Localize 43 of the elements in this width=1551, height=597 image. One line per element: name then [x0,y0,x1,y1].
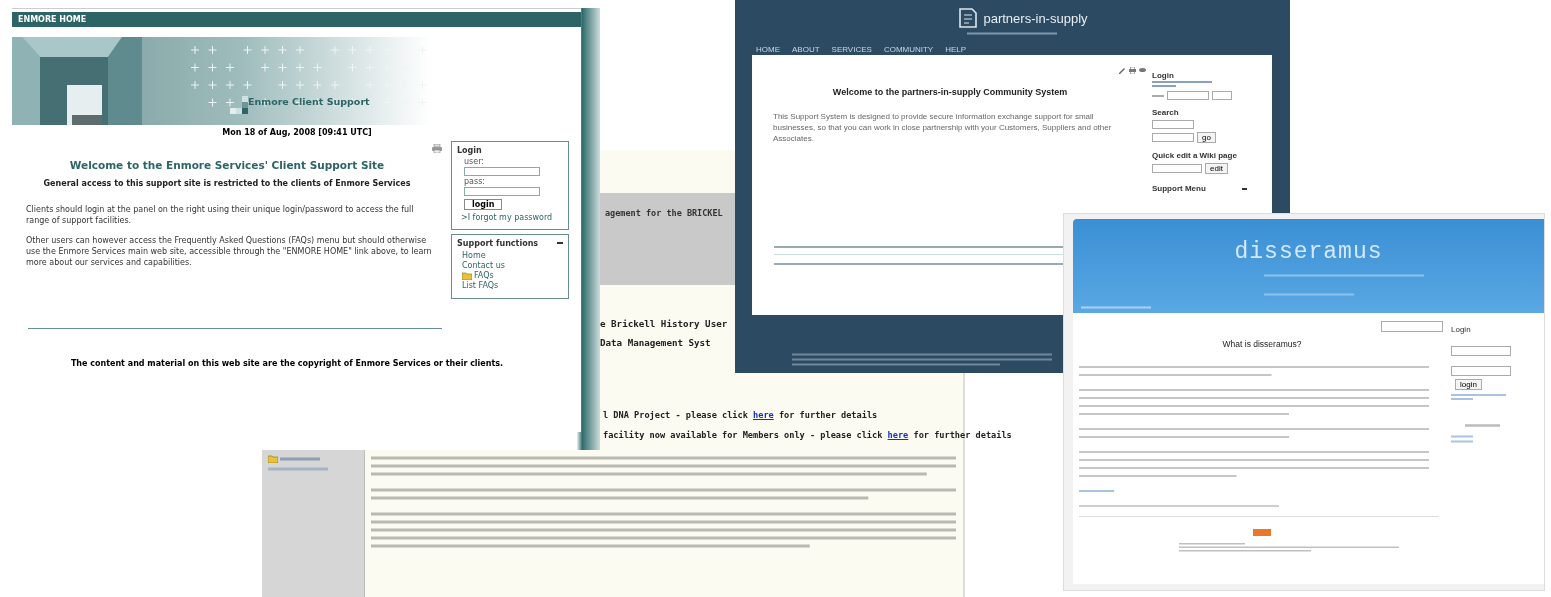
page-subheading: General access to this support site is restricted to the clients of Enmore Services [42,179,412,188]
field-label: user: [464,157,485,166]
page-heading: Welcome to the partners-in-supply Community System [831,87,1069,97]
login-button[interactable]: login [464,199,503,210]
sidebar-title: Quick edit a Wiki page [1152,151,1238,160]
sidebar-title: Support Menu [1152,184,1206,193]
date-text: Mon 18 of Aug, 2008 [09:41 UTC] [221,128,373,137]
menu-link[interactable]: Home [462,251,486,260]
login-button[interactable]: login [1455,379,1482,390]
field-label: pass: [464,177,486,186]
nav-link[interactable]: ABOUT [792,45,820,54]
edit-button[interactable]: edit [1205,163,1228,174]
here-link[interactable]: here [753,410,774,420]
page-title-line: Data Management Syst [600,337,712,348]
page-heading: What is disseramus? [1221,339,1303,349]
notice-text: l DNA Project - please click here for further details [603,410,879,420]
page-heading: Welcome to the Enmore Services' Client Support Site [68,159,386,171]
nav-link[interactable]: SERVICES [831,45,872,54]
nav-link[interactable]: COMMUNITY [883,45,934,54]
page-title-line: e Brickell History User [600,318,729,329]
panel-title: Login [457,146,483,155]
paragraph: Other users can however access the Frequently Asked Questions (FAQs) menu but should otherwise use the Enmore Services main web site, accessible through the "ENMORE HOME" link above, to learn more about our services and capabilities. [26,235,433,268]
go-button[interactable]: go [1197,132,1216,143]
nav-link[interactable]: HOME [756,45,780,54]
nav-link[interactable]: HELP [945,45,967,54]
panel-title: Support functions [457,239,539,248]
menu-link[interactable]: Contact us [462,261,505,270]
menu-link[interactable]: List FAQs [462,281,499,290]
menu-link[interactable]: FAQs [474,271,494,280]
paragraph: Clients should login at the panel on the right using their unique login/password to access the full range of support facilities. [26,204,415,226]
banner-title: Enmore Client Support [248,96,370,107]
copyright-text: The content and material on this web site are the copyright of Enmore Services or their clients. [69,359,505,368]
home-link[interactable]: ENMORE HOME [18,15,87,24]
sidebar-title: Search [1152,108,1180,117]
sidebar-title: Login [1152,71,1175,80]
site-logo-text: partners-in-supply [983,10,1088,26]
header-title: agement for the BRICKEL [605,208,723,218]
forgot-password-link[interactable]: >I forgot my password [461,213,563,222]
sidebar-title: Login [1451,325,1472,334]
here-link[interactable]: here [887,430,909,440]
paragraph: This Support System is designed to provide secure information exchange support for small businesses, so that you can work in close partnership with your Customers, Suppliers and other Associates. [773,111,1113,144]
site-logo-text: disseramus [1234,239,1383,265]
notice-text: facility now available for Members only - please click here for further details [603,430,1012,440]
